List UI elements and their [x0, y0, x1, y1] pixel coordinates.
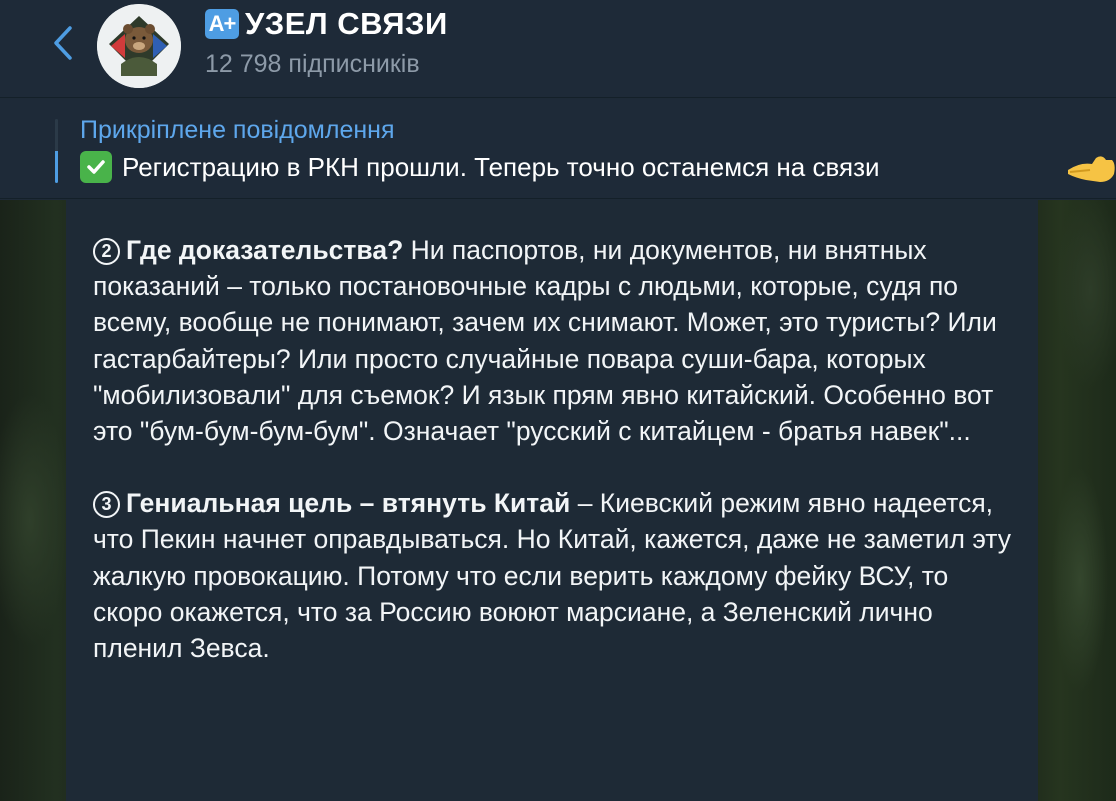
- verified-badge-icon: A+: [205, 9, 239, 39]
- channel-title[interactable]: A+ УЗЕЛ СВЯЗИ: [205, 6, 448, 42]
- pinned-indicator: [55, 119, 58, 183]
- paragraph-heading: Где доказательства?: [126, 235, 404, 265]
- pinned-preview: Регистрацию в РКН прошли. Теперь точно о…: [80, 151, 880, 183]
- bear-soldier-logo: [97, 4, 181, 88]
- paragraph-body: Ни паспортов, ни документов, ни внятных …: [93, 235, 997, 447]
- back-button[interactable]: [40, 18, 86, 68]
- message-paragraph-3: 3 Гениальная цель – втянуть Китай – Киевс…: [93, 485, 1023, 666]
- pinned-label: Прикріплене повідомлення: [80, 116, 395, 144]
- paragraph-heading: Гениальная цель – втянуть Китай: [126, 488, 571, 519]
- pinned-message[interactable]: Прикріплене повідомлення Регистрацию в Р…: [0, 99, 1116, 199]
- chevron-left-icon: [54, 26, 72, 60]
- message-paragraph-2: 2 Где доказательства? Ни паспортов, ни до…: [93, 232, 1023, 449]
- subscriber-count: 12 798 підписників: [205, 50, 420, 78]
- channel-name: УЗЕЛ СВЯЗИ: [245, 6, 448, 41]
- channel-avatar[interactable]: [97, 4, 181, 88]
- circled-number-3: 3: [93, 491, 120, 519]
- message-text: 2 Где доказательства? Ни паспортов, ни до…: [93, 232, 1023, 666]
- pinned-text: Регистрацию в РКН прошли. Теперь точно о…: [122, 151, 880, 182]
- check-mark-icon: [80, 151, 112, 183]
- chat-header: A+ УЗЕЛ СВЯЗИ 12 798 підписників: [0, 0, 1116, 98]
- circled-number-2: 2: [93, 238, 120, 265]
- pointing-hand-icon: [1068, 156, 1115, 182]
